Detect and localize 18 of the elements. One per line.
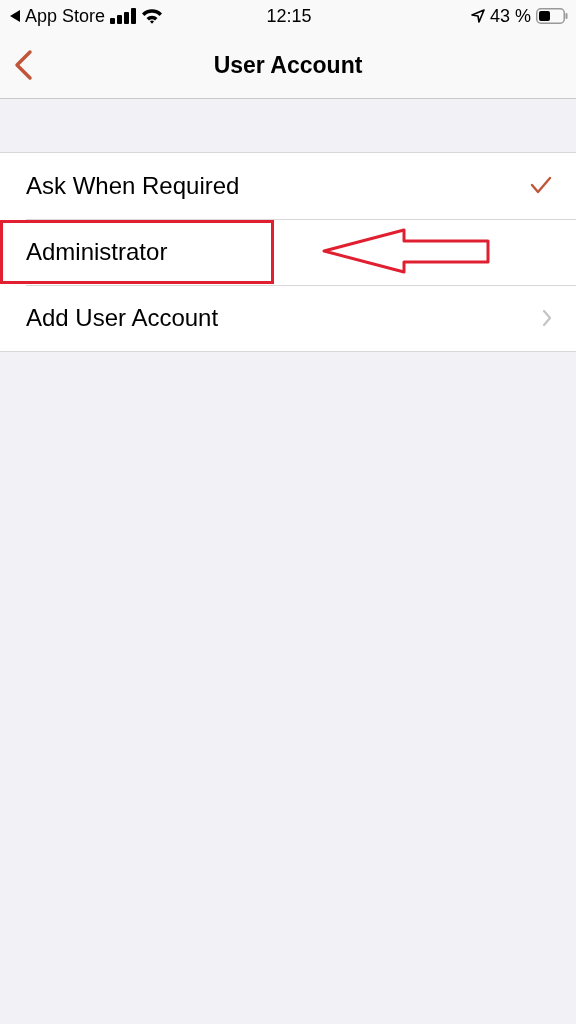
- row-label: Add User Account: [26, 304, 219, 332]
- wifi-icon: [141, 8, 164, 24]
- list-row[interactable]: Administrator: [0, 219, 576, 285]
- back-button[interactable]: [12, 49, 34, 81]
- row-label: Ask When Required: [26, 172, 240, 200]
- signal-icon: [110, 8, 137, 24]
- checkmark-icon: [530, 176, 552, 194]
- clock-time: 12:15: [266, 5, 312, 27]
- back-app-label[interactable]: App Store: [25, 5, 106, 27]
- battery-percentage: 43 %: [490, 5, 531, 27]
- list-row[interactable]: Ask When Required: [0, 153, 576, 219]
- location-arrow-icon: [471, 9, 485, 23]
- screen-title: User Account: [213, 51, 363, 79]
- chevron-right-icon: [542, 309, 552, 327]
- back-triangle-icon: [10, 10, 20, 22]
- battery-icon: [536, 8, 568, 24]
- row-label: Administrator: [26, 238, 168, 266]
- list-row[interactable]: Add User Account: [0, 285, 576, 351]
